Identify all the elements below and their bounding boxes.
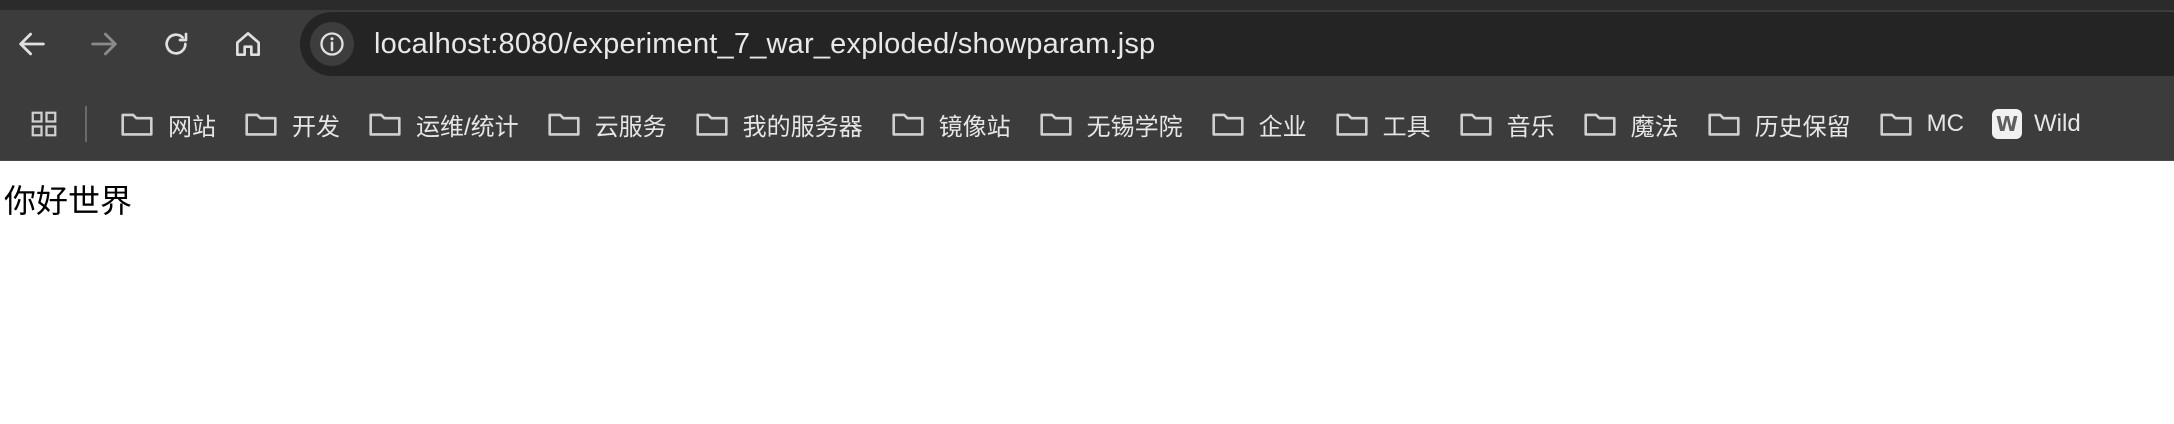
url-text[interactable]: localhost:8080/experiment_7_war_exploded… bbox=[374, 12, 1155, 76]
reload-icon bbox=[165, 32, 188, 55]
address-bar[interactable]: localhost:8080/experiment_7_war_exploded… bbox=[300, 12, 2174, 76]
page-body-text: 你好世界 bbox=[4, 182, 133, 220]
bookmark-label: 历史保留 bbox=[1754, 113, 1851, 141]
folder-icon bbox=[121, 113, 153, 136]
bookmark-item[interactable]: 云服务 bbox=[539, 100, 681, 148]
bookmark-item[interactable]: 工具 bbox=[1327, 100, 1445, 148]
bookmark-label: 网站 bbox=[168, 113, 216, 141]
bookmark-label: 镜像站 bbox=[938, 113, 1011, 141]
folder-icon bbox=[1880, 113, 1912, 136]
forward-arrow-icon bbox=[91, 32, 117, 56]
bookmark-label: 企业 bbox=[1258, 113, 1307, 141]
folder-icon bbox=[548, 113, 580, 136]
bookmark-label: 魔法 bbox=[1630, 113, 1679, 141]
bookmark-item[interactable]: 魔法 bbox=[1575, 100, 1693, 148]
site-info-button[interactable] bbox=[310, 22, 354, 66]
bookmark-item[interactable]: MC bbox=[1871, 100, 1978, 148]
bookmark-label: 云服务 bbox=[594, 113, 667, 141]
bookmark-item[interactable]: 企业 bbox=[1203, 100, 1321, 148]
bookmark-item[interactable]: 历史保留 bbox=[1699, 100, 1865, 148]
browser-toolbar: localhost:8080/experiment_7_war_exploded… bbox=[0, 0, 2174, 88]
bookmark-item[interactable]: 网站 bbox=[112, 100, 230, 148]
bookmark-item[interactable]: 我的服务器 bbox=[687, 100, 877, 148]
bookmark-label: Wild bbox=[2034, 110, 2081, 137]
folder-icon bbox=[1040, 113, 1072, 136]
folder-icon bbox=[1584, 113, 1616, 136]
bookmark-item[interactable]: 运维/统计 bbox=[360, 100, 533, 148]
bookmark-item[interactable]: 无锡学院 bbox=[1031, 100, 1197, 148]
folder-icon bbox=[696, 113, 728, 136]
bookmark-label: 工具 bbox=[1382, 113, 1431, 141]
folder-icon bbox=[369, 113, 401, 136]
forward-button[interactable] bbox=[80, 20, 128, 68]
w-favicon-icon: W bbox=[1992, 109, 2022, 139]
folder-icon bbox=[1212, 113, 1244, 136]
back-arrow-icon bbox=[19, 32, 45, 56]
apps-button[interactable] bbox=[22, 102, 66, 146]
bookmark-item[interactable]: 音乐 bbox=[1451, 100, 1569, 148]
bookmark-item[interactable]: W Wild bbox=[1984, 100, 2095, 148]
tab-strip-edge bbox=[0, 0, 2174, 10]
bookmark-label: 我的服务器 bbox=[742, 113, 863, 141]
folder-icon bbox=[1708, 113, 1740, 136]
folder-icon bbox=[892, 113, 924, 136]
bookmark-item[interactable]: 镜像站 bbox=[883, 100, 1025, 148]
bookmark-label: 开发 bbox=[292, 113, 340, 141]
bookmark-label: 无锡学院 bbox=[1086, 113, 1183, 141]
bookmark-label: 音乐 bbox=[1506, 113, 1555, 141]
reload-button[interactable] bbox=[152, 20, 200, 68]
home-button[interactable] bbox=[224, 20, 272, 68]
bookmarks-bar: 网站 开发 运维/统计 云服务 我的服务器 镜像站 无锡学院 企业 工具 音乐 魔法 历史保留 MC W W… bbox=[0, 88, 2174, 161]
apps-grid-icon bbox=[31, 111, 57, 137]
bookmark-item[interactable]: 开发 bbox=[236, 100, 354, 148]
folder-icon bbox=[245, 113, 277, 136]
folder-icon bbox=[1460, 113, 1492, 136]
home-icon bbox=[236, 32, 260, 56]
bookmark-label: 运维/统计 bbox=[416, 113, 519, 141]
bookmark-label: MC bbox=[1926, 110, 1964, 137]
info-icon bbox=[320, 32, 344, 56]
folder-icon bbox=[1336, 113, 1368, 136]
back-button[interactable] bbox=[8, 20, 56, 68]
bookmark-list: 网站 开发 运维/统计 云服务 我的服务器 镜像站 无锡学院 企业 工具 音乐 魔法 历史保留 MC W W… bbox=[112, 88, 2101, 160]
bookmarks-separator bbox=[85, 106, 87, 142]
